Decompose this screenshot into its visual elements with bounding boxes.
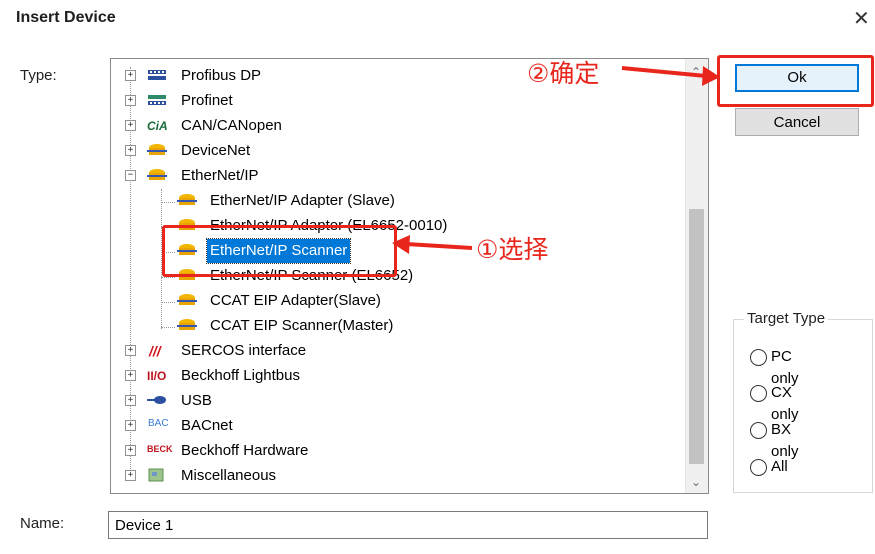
annotation-step-confirm: ②确定 <box>527 59 600 88</box>
close-icon[interactable]: ✕ <box>853 6 870 31</box>
cia-icon: CiA <box>147 119 168 133</box>
tree-item-label: Beckhoff Lightbus <box>181 367 300 384</box>
tree-item-label: Beckhoff Hardware <box>181 442 309 459</box>
expand-icon[interactable]: + <box>125 395 136 406</box>
profinet-icon <box>148 95 166 105</box>
scroll-up-icon[interactable]: ⌃ <box>691 65 701 79</box>
tree-scrollbar[interactable]: ⌃ ⌄ <box>685 59 708 493</box>
radio-icon[interactable] <box>750 459 767 476</box>
tree-item-miscellaneous[interactable]: + Miscellaneous <box>111 464 671 488</box>
tree-item-label: EtherNet/IP Adapter (Slave) <box>210 192 395 209</box>
misc-icon <box>148 468 164 482</box>
tree-item-profinet[interactable]: + Profinet <box>111 89 671 113</box>
expand-icon[interactable]: + <box>125 470 136 481</box>
tree-item-label: CCAT EIP Adapter(Slave) <box>210 292 381 309</box>
tree-item-devicenet[interactable]: + DeviceNet <box>111 139 671 163</box>
annotation-box-ok <box>717 55 874 107</box>
radio-icon[interactable] <box>750 385 767 402</box>
tree-item-sercos-interface[interactable]: + /// SERCOS interface <box>111 339 671 363</box>
radio-icon[interactable] <box>750 422 767 439</box>
expand-icon[interactable]: + <box>125 120 136 131</box>
dialog-title: Insert Device <box>16 9 116 26</box>
tree-item-ethernet-ip[interactable]: − EtherNet/IP <box>111 164 671 188</box>
sercos-icon: /// <box>149 343 161 359</box>
expand-icon[interactable]: + <box>125 370 136 381</box>
device-icon <box>177 294 197 305</box>
device-name-field[interactable] <box>108 511 708 539</box>
tree-item-label: EtherNet/IP <box>181 167 259 184</box>
tree-item-can-canopen[interactable]: + CiA CAN/CANopen <box>111 114 671 138</box>
tree-item-label: Miscellaneous <box>181 467 277 484</box>
device-icon <box>177 319 197 330</box>
name-label: Name: <box>20 515 65 532</box>
tree-item-ccat-eip-scanner[interactable]: CCAT EIP Scanner(Master) <box>111 314 671 338</box>
usb-icon <box>147 396 166 404</box>
device-icon <box>147 144 167 155</box>
expand-icon[interactable]: + <box>125 345 136 356</box>
tree-item-bacnet[interactable]: + BAC BACnet <box>111 414 671 438</box>
expand-icon[interactable]: + <box>125 420 136 431</box>
annotation-step-select: ①选择 <box>476 235 549 264</box>
tree-item-label: Profibus DP <box>181 67 262 84</box>
radio-icon[interactable] <box>750 349 767 366</box>
device-icon <box>147 169 167 180</box>
scroll-down-icon[interactable]: ⌄ <box>691 475 701 489</box>
expand-icon[interactable]: + <box>125 95 136 106</box>
tree-item-usb[interactable]: + USB <box>111 389 671 413</box>
tree-item-label: SERCOS interface <box>181 342 307 359</box>
tree-item-beckhoff-hardware[interactable]: + BECK Beckhoff Hardware <box>111 439 671 463</box>
tree-item-label: CAN/CANopen <box>181 117 282 134</box>
tree-item-ethernet-ip-adapter-slave[interactable]: EtherNet/IP Adapter (Slave) <box>111 189 671 213</box>
tree-item-ccat-eip-adapter[interactable]: CCAT EIP Adapter(Slave) <box>111 289 671 313</box>
io-icon: II/O <box>147 369 167 383</box>
tree-item-label: DeviceNet <box>181 142 251 159</box>
profibus-icon <box>148 70 166 80</box>
cancel-button[interactable]: Cancel <box>735 108 859 136</box>
expand-icon[interactable]: + <box>125 445 136 456</box>
bacnet-icon: BAC <box>148 418 169 429</box>
tree-item-beckhoff-lightbus[interactable]: + II/O Beckhoff Lightbus <box>111 364 671 388</box>
expand-icon[interactable]: + <box>125 70 136 81</box>
type-label: Type: <box>20 67 57 84</box>
collapse-icon[interactable]: − <box>125 170 136 181</box>
scrollbar-thumb[interactable] <box>689 209 704 464</box>
beckhoff-icon: BECK <box>147 444 173 454</box>
tree-item-label: CCAT EIP Scanner(Master) <box>210 317 394 334</box>
tree-item-label: BACnet <box>181 417 233 434</box>
radio-label: All <box>771 458 788 475</box>
expand-icon[interactable]: + <box>125 145 136 156</box>
tree-item-label: Profinet <box>181 92 233 109</box>
target-type-legend: Target Type <box>744 310 829 327</box>
device-icon <box>177 194 197 205</box>
annotation-box-selection <box>162 225 397 277</box>
tree-item-label: USB <box>181 392 212 409</box>
